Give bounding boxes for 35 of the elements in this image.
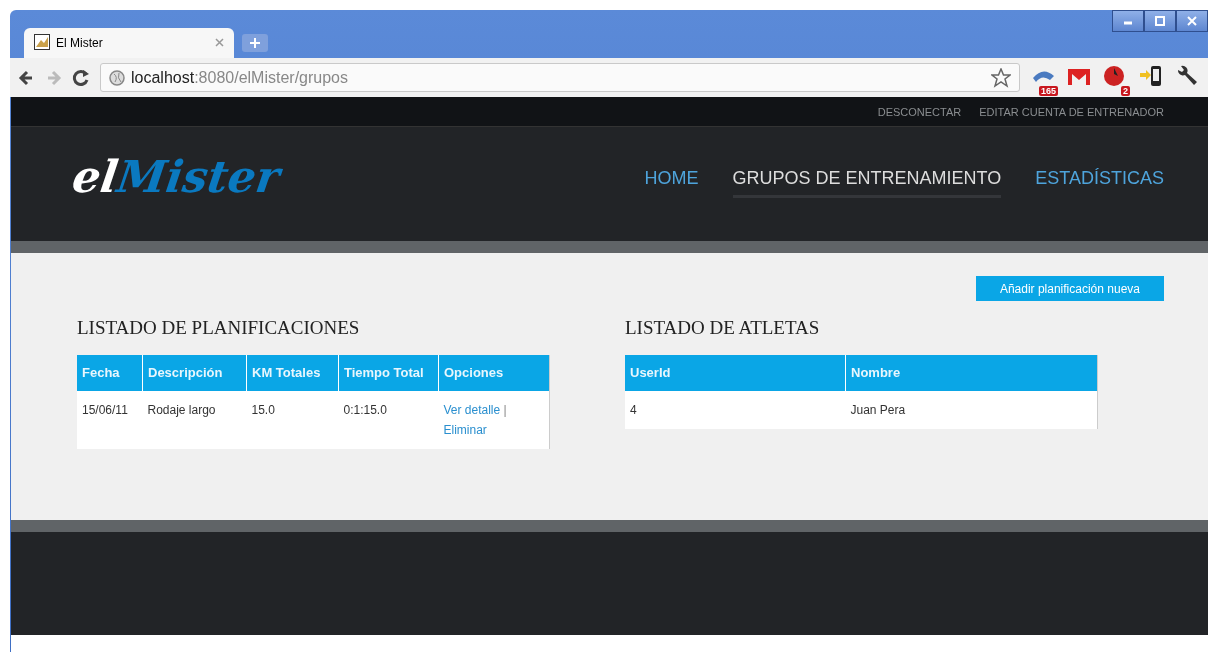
browser-tab[interactable]: El Mister bbox=[24, 28, 234, 58]
minimize-icon[interactable] bbox=[1112, 10, 1144, 32]
table-cell: 0:1:15.0 bbox=[338, 391, 439, 449]
favicon-icon bbox=[34, 33, 50, 53]
table-cell: Rodaje largo bbox=[142, 391, 247, 449]
table-cell: 15/06/11 bbox=[77, 391, 143, 449]
nav-link[interactable]: ESTADÍSTICAS bbox=[1035, 168, 1164, 198]
close-icon[interactable] bbox=[1176, 10, 1208, 32]
plus-icon bbox=[250, 38, 260, 48]
column-header: Descripción bbox=[142, 355, 247, 391]
new-tab-button[interactable] bbox=[242, 34, 268, 52]
column-header: UserId bbox=[625, 355, 846, 391]
globe-icon bbox=[109, 69, 125, 86]
column-header: Fecha bbox=[77, 355, 143, 391]
account-link[interactable]: EDITAR CUENTA DE ENTRENADOR bbox=[979, 105, 1164, 118]
logout-link[interactable]: DESCONECTAR bbox=[877, 105, 962, 118]
reload-icon[interactable] bbox=[72, 68, 90, 87]
section-heading: LISTADO DE PLANIFICACIONES bbox=[77, 317, 361, 339]
detail-link[interactable]: Ver detalle bbox=[443, 403, 501, 417]
nav-link[interactable]: GRUPOS DE ENTRENAMIENTO bbox=[732, 168, 1002, 198]
column-header: KM Totales bbox=[246, 355, 339, 391]
nav-link[interactable]: HOME bbox=[644, 168, 699, 198]
address-field[interactable]: localhost:8080/elMister/grupos bbox=[131, 68, 348, 87]
link-separator: | bbox=[503, 403, 507, 417]
delete-link[interactable]: Eliminar bbox=[443, 423, 487, 437]
table-cell: Juan Pera bbox=[845, 391, 1097, 429]
table-cell: 4 bbox=[625, 391, 846, 429]
table-cell: 15.0 bbox=[246, 391, 339, 449]
column-header: Opciones bbox=[438, 355, 549, 391]
maximize-icon[interactable] bbox=[1144, 10, 1176, 32]
site-logo[interactable]: elMister bbox=[69, 150, 283, 202]
star-icon[interactable] bbox=[991, 67, 1011, 88]
section-heading: LISTADO DE ATLETAS bbox=[625, 317, 821, 339]
column-header: Tiempo Total bbox=[338, 355, 439, 391]
column-header: Nombre bbox=[845, 355, 1097, 391]
